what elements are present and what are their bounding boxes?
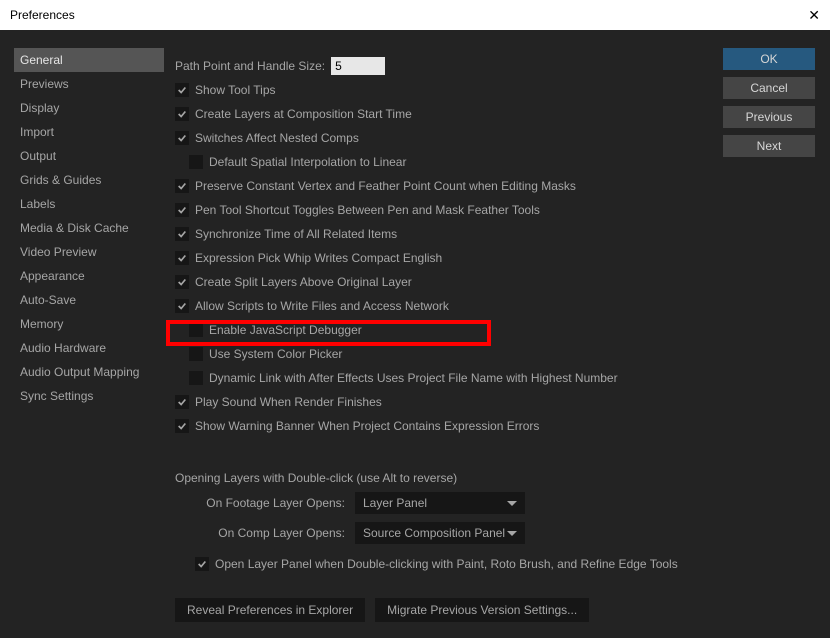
sidebar-item-labels[interactable]: Labels bbox=[14, 192, 164, 216]
sidebar-item-audio-output-mapping[interactable]: Audio Output Mapping bbox=[14, 360, 164, 384]
checkbox-5[interactable] bbox=[175, 203, 189, 217]
check-label-6: Synchronize Time of All Related Items bbox=[195, 227, 397, 241]
checkbox-0[interactable] bbox=[175, 83, 189, 97]
comp-select[interactable]: Source Composition Panel bbox=[355, 522, 525, 544]
footage-select-value: Layer Panel bbox=[363, 496, 427, 510]
check-row-6: Synchronize Time of All Related Items bbox=[175, 222, 705, 246]
footage-select[interactable]: Layer Panel bbox=[355, 492, 525, 514]
footage-row: On Footage Layer Opens: Layer Panel bbox=[175, 488, 705, 518]
cancel-button[interactable]: Cancel bbox=[723, 77, 815, 99]
sidebar-item-previews[interactable]: Previews bbox=[14, 72, 164, 96]
check-label-8: Create Split Layers Above Original Layer bbox=[195, 275, 412, 289]
path-point-row: Path Point and Handle Size: 5 bbox=[175, 54, 705, 78]
check-label-4: Preserve Constant Vertex and Feather Poi… bbox=[195, 179, 576, 193]
checkbox-4[interactable] bbox=[175, 179, 189, 193]
checkbox-1[interactable] bbox=[175, 107, 189, 121]
check-label-7: Expression Pick Whip Writes Compact Engl… bbox=[195, 251, 442, 265]
checkbox-12[interactable] bbox=[189, 371, 203, 385]
checkbox-8[interactable] bbox=[175, 275, 189, 289]
path-point-input[interactable]: 5 bbox=[331, 57, 385, 75]
next-button[interactable]: Next bbox=[723, 135, 815, 157]
dialog-content: GeneralPreviewsDisplayImportOutputGrids … bbox=[0, 30, 830, 638]
sidebar-item-import[interactable]: Import bbox=[14, 120, 164, 144]
check-row-10: Enable JavaScript Debugger bbox=[189, 318, 705, 342]
checkbox-7[interactable] bbox=[175, 251, 189, 265]
sidebar-item-auto-save[interactable]: Auto-Save bbox=[14, 288, 164, 312]
sidebar-item-display[interactable]: Display bbox=[14, 96, 164, 120]
check-row-9: Allow Scripts to Write Files and Access … bbox=[175, 294, 705, 318]
check-row-13: Play Sound When Render Finishes bbox=[175, 390, 705, 414]
checkbox-11[interactable] bbox=[189, 347, 203, 361]
sidebar-item-output[interactable]: Output bbox=[14, 144, 164, 168]
dialog-buttons: OK Cancel Previous Next bbox=[723, 48, 815, 157]
title-bar: Preferences ✕ bbox=[0, 0, 830, 30]
checkbox-6[interactable] bbox=[175, 227, 189, 241]
open-layers-group: Opening Layers with Double-click (use Al… bbox=[175, 468, 705, 576]
open-panel-label: Open Layer Panel when Double-clicking wi… bbox=[215, 557, 678, 571]
path-point-label: Path Point and Handle Size: bbox=[175, 59, 325, 73]
checkbox-2[interactable] bbox=[175, 131, 189, 145]
window-title: Preferences bbox=[10, 8, 75, 22]
check-label-12: Dynamic Link with After Effects Uses Pro… bbox=[209, 371, 618, 385]
check-row-12: Dynamic Link with After Effects Uses Pro… bbox=[189, 366, 705, 390]
chevron-down-icon bbox=[507, 501, 517, 506]
comp-row: On Comp Layer Opens: Source Composition … bbox=[175, 518, 705, 548]
check-label-14: Show Warning Banner When Project Contain… bbox=[195, 419, 539, 433]
open-layers-title: Opening Layers with Double-click (use Al… bbox=[175, 468, 705, 488]
migrate-settings-button[interactable]: Migrate Previous Version Settings... bbox=[375, 598, 589, 622]
general-panel: Path Point and Handle Size: 5 Show Tool … bbox=[175, 54, 705, 622]
sidebar-item-sync-settings[interactable]: Sync Settings bbox=[14, 384, 164, 408]
check-row-1: Create Layers at Composition Start Time bbox=[175, 102, 705, 126]
check-row-0: Show Tool Tips bbox=[175, 78, 705, 102]
checkbox-3[interactable] bbox=[189, 155, 203, 169]
check-row-2: Switches Affect Nested Comps bbox=[175, 126, 705, 150]
checkbox-14[interactable] bbox=[175, 419, 189, 433]
check-label-0: Show Tool Tips bbox=[195, 83, 276, 97]
check-label-3: Default Spatial Interpolation to Linear bbox=[209, 155, 406, 169]
bottom-buttons: Reveal Preferences in Explorer Migrate P… bbox=[175, 598, 705, 622]
check-row-5: Pen Tool Shortcut Toggles Between Pen an… bbox=[175, 198, 705, 222]
ok-button[interactable]: OK bbox=[723, 48, 815, 70]
footage-label: On Footage Layer Opens: bbox=[175, 496, 355, 510]
check-label-9: Allow Scripts to Write Files and Access … bbox=[195, 299, 449, 313]
close-icon[interactable]: ✕ bbox=[808, 7, 820, 24]
category-sidebar: GeneralPreviewsDisplayImportOutputGrids … bbox=[14, 48, 164, 408]
sidebar-item-video-preview[interactable]: Video Preview bbox=[14, 240, 164, 264]
open-panel-checkbox[interactable] bbox=[195, 557, 209, 571]
sidebar-item-grids-guides[interactable]: Grids & Guides bbox=[14, 168, 164, 192]
sidebar-item-memory[interactable]: Memory bbox=[14, 312, 164, 336]
chevron-down-icon bbox=[507, 531, 517, 536]
comp-select-value: Source Composition Panel bbox=[363, 526, 505, 540]
previous-button[interactable]: Previous bbox=[723, 106, 815, 128]
sidebar-item-appearance[interactable]: Appearance bbox=[14, 264, 164, 288]
comp-label: On Comp Layer Opens: bbox=[175, 526, 355, 540]
reveal-prefs-button[interactable]: Reveal Preferences in Explorer bbox=[175, 598, 365, 622]
check-label-1: Create Layers at Composition Start Time bbox=[195, 107, 412, 121]
check-row-11: Use System Color Picker bbox=[189, 342, 705, 366]
check-row-8: Create Split Layers Above Original Layer bbox=[175, 270, 705, 294]
check-label-13: Play Sound When Render Finishes bbox=[195, 395, 382, 409]
checkbox-10[interactable] bbox=[189, 323, 203, 337]
check-row-14: Show Warning Banner When Project Contain… bbox=[175, 414, 705, 438]
checkbox-13[interactable] bbox=[175, 395, 189, 409]
check-label-2: Switches Affect Nested Comps bbox=[195, 131, 359, 145]
check-row-7: Expression Pick Whip Writes Compact Engl… bbox=[175, 246, 705, 270]
sidebar-item-audio-hardware[interactable]: Audio Hardware bbox=[14, 336, 164, 360]
check-label-5: Pen Tool Shortcut Toggles Between Pen an… bbox=[195, 203, 540, 217]
sidebar-item-media-disk-cache[interactable]: Media & Disk Cache bbox=[14, 216, 164, 240]
sidebar-item-general[interactable]: General bbox=[14, 48, 164, 72]
check-label-10: Enable JavaScript Debugger bbox=[209, 323, 362, 337]
checkbox-9[interactable] bbox=[175, 299, 189, 313]
check-label-11: Use System Color Picker bbox=[209, 347, 342, 361]
check-row-4: Preserve Constant Vertex and Feather Poi… bbox=[175, 174, 705, 198]
check-row-3: Default Spatial Interpolation to Linear bbox=[189, 150, 705, 174]
open-panel-check-row: Open Layer Panel when Double-clicking wi… bbox=[195, 552, 705, 576]
